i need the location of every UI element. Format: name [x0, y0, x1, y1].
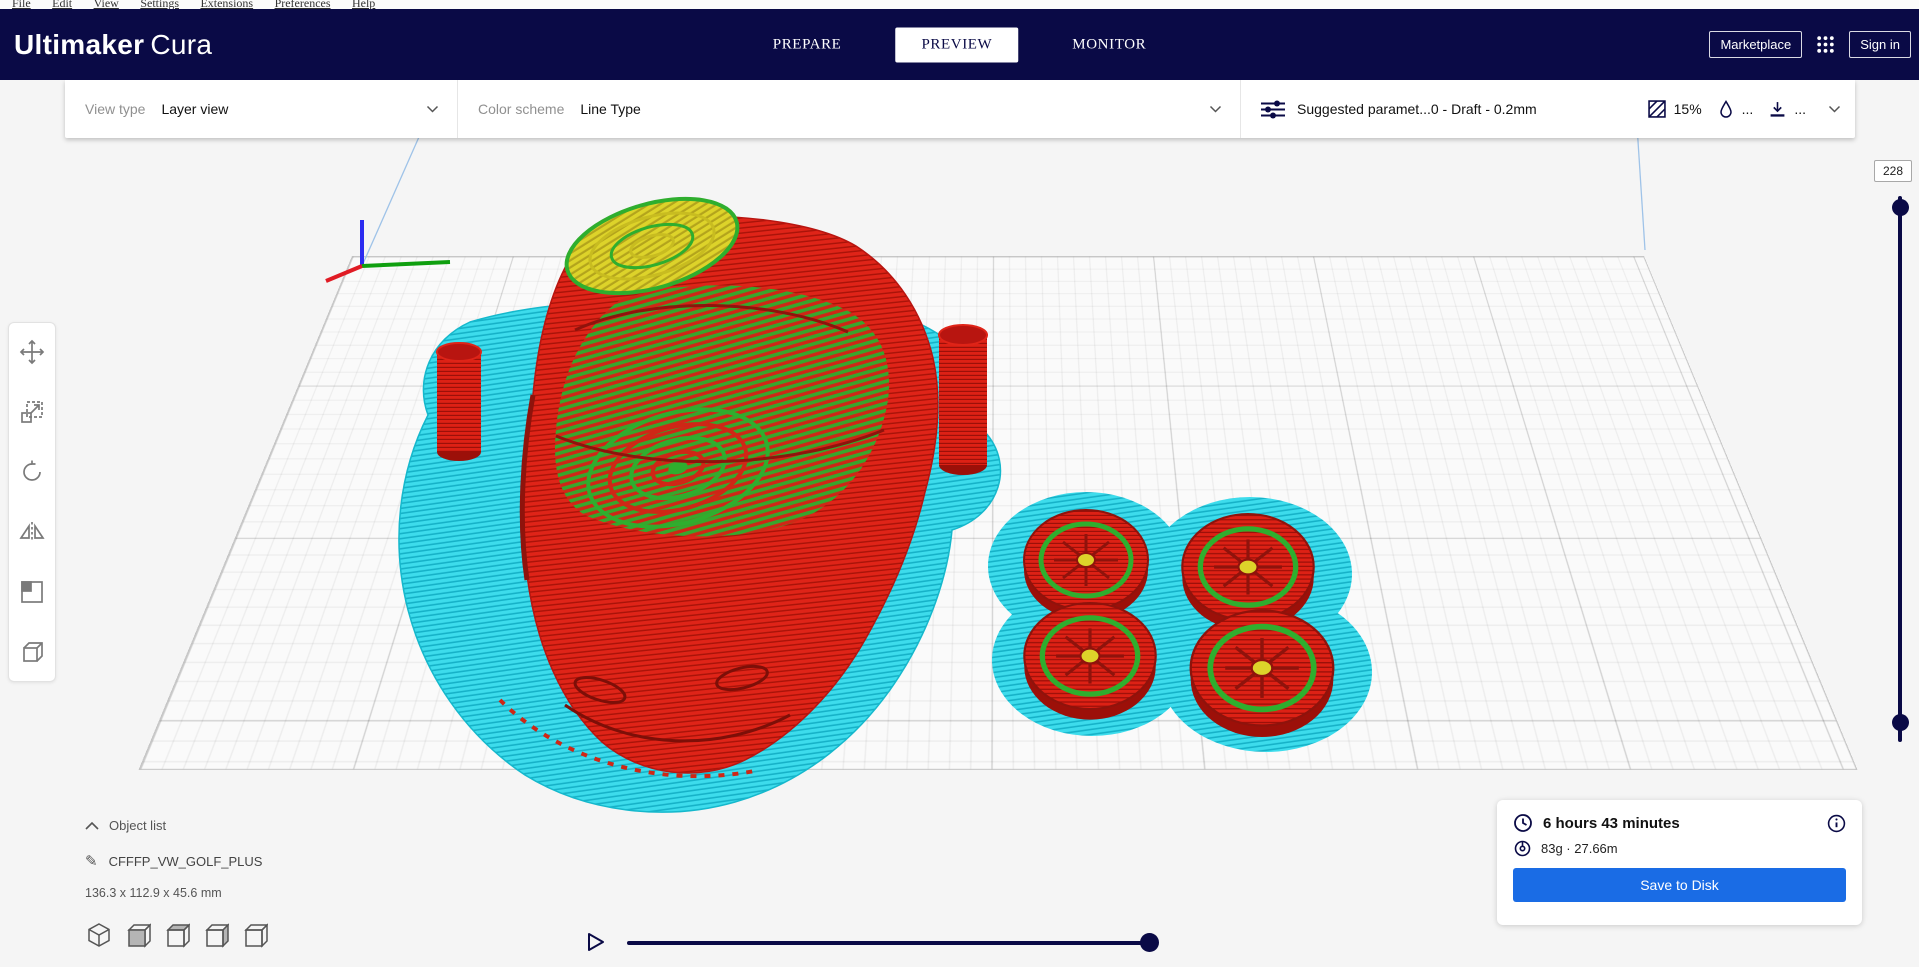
support-blocker-button[interactable] [17, 637, 47, 667]
header-right: Marketplace Sign in [1709, 9, 1911, 80]
fender-right[interactable] [938, 324, 988, 475]
clock-icon [1513, 813, 1533, 833]
layer-count-label: 228 [1874, 160, 1912, 182]
color-scheme-dropdown[interactable]: Color scheme Line Type [457, 80, 1240, 138]
view-presets [85, 920, 269, 950]
object-list-item[interactable]: ✎ CFFFP_VW_GOLF_PLUS [85, 852, 262, 870]
object-dimensions: 136.3 x 112.9 x 45.6 mm [85, 886, 222, 900]
menu-extensions[interactable]: Extensions [200, 0, 253, 9]
menu-settings[interactable]: Settings [140, 0, 179, 9]
view-type-value: Layer view [161, 101, 229, 117]
material-drop-icon [1718, 100, 1734, 118]
wheel-model-3[interactable] [1023, 601, 1157, 720]
stage-toolbar: View type Layer view Color scheme Line T… [65, 80, 1855, 138]
menu-preferences[interactable]: Preferences [275, 0, 331, 9]
view-type-label: View type [85, 101, 146, 117]
menu-help[interactable]: Help [352, 0, 375, 9]
path-slider-track[interactable] [627, 941, 1158, 945]
chevron-down-icon [426, 105, 439, 113]
tab-monitor[interactable]: MONITOR [1046, 27, 1172, 62]
rotate-tool-button[interactable] [17, 457, 47, 487]
material-value: ... [1741, 101, 1754, 117]
view-3d-button[interactable] [85, 920, 113, 950]
move-tool-button[interactable] [17, 337, 47, 367]
view-top-button[interactable] [163, 920, 191, 950]
material-usage: 83g · 27.66m [1541, 841, 1618, 856]
color-scheme-value: Line Type [580, 101, 641, 117]
view-left-button[interactable] [202, 920, 230, 950]
fender-left[interactable] [436, 342, 482, 461]
infill-icon [1647, 100, 1666, 118]
view-front-button[interactable] [124, 920, 152, 950]
sliders-icon [1261, 100, 1285, 119]
per-model-settings-button[interactable] [17, 577, 47, 607]
menu-file[interactable]: File [12, 0, 31, 9]
adhesion-value: ... [1794, 101, 1806, 117]
color-scheme-label: Color scheme [478, 101, 565, 117]
object-list-toggle[interactable]: Object list [85, 818, 166, 833]
object-list-title: Object list [109, 818, 167, 833]
chevron-down-icon[interactable] [1828, 105, 1841, 113]
chevron-down-icon [1209, 105, 1222, 113]
save-to-disk-button[interactable]: Save to Disk [1513, 868, 1846, 902]
apps-grid-icon[interactable] [1816, 35, 1835, 54]
tool-panel [8, 322, 56, 682]
layer-slider-handle-top[interactable] [1892, 199, 1909, 216]
menu-edit[interactable]: Edit [52, 0, 72, 9]
marketplace-button[interactable]: Marketplace [1709, 31, 1803, 58]
profile-summary: Suggested paramet...0 - Draft - 0.2mm [1297, 101, 1537, 117]
axis-indicator [325, 220, 451, 283]
print-time: 6 hours 43 minutes [1543, 814, 1680, 832]
tab-preview[interactable]: PREVIEW [895, 27, 1019, 62]
rename-pencil-icon[interactable]: ✎ [85, 852, 98, 870]
cura-app: File Edit View Settings Extensions Prefe… [0, 0, 1919, 967]
view-right-button[interactable] [241, 920, 269, 950]
stage-tabs: PREPARE PREVIEW MONITOR [733, 27, 1186, 62]
layer-slider-track[interactable] [1898, 196, 1902, 742]
app-logo: Ultimaker Cura [14, 29, 212, 61]
mirror-tool-button[interactable] [17, 517, 47, 547]
chevron-up-icon [85, 821, 99, 830]
adhesion-icon [1769, 101, 1786, 118]
play-button[interactable] [586, 932, 606, 954]
infill-value: 15% [1673, 101, 1702, 117]
logo-ultimaker: Ultimaker [14, 28, 145, 60]
wheel-model-4[interactable] [1189, 609, 1335, 738]
print-settings-panel[interactable]: Suggested paramet...0 - Draft - 0.2mm 15… [1240, 80, 1855, 138]
layer-slider-handle-bottom[interactable] [1892, 714, 1909, 731]
path-slider-handle[interactable] [1140, 933, 1159, 952]
material-spool-icon [1514, 840, 1531, 857]
menu-bar: File Edit View Settings Extensions Prefe… [0, 0, 1919, 9]
app-header: Ultimaker Cura PREPARE PREVIEW MONITOR Ma… [0, 9, 1919, 80]
info-icon[interactable] [1827, 814, 1846, 833]
object-name: CFFFP_VW_GOLF_PLUS [108, 853, 263, 869]
menu-view[interactable]: View [94, 0, 119, 9]
scale-tool-button[interactable] [17, 397, 47, 427]
view-type-dropdown[interactable]: View type Layer view [65, 80, 457, 138]
signin-button[interactable]: Sign in [1849, 31, 1911, 58]
tab-prepare[interactable]: PREPARE [747, 27, 868, 62]
logo-cura: Cura [150, 28, 213, 60]
print-summary-card: 6 hours 43 minutes 83g · 27.66m Save to … [1497, 800, 1862, 925]
